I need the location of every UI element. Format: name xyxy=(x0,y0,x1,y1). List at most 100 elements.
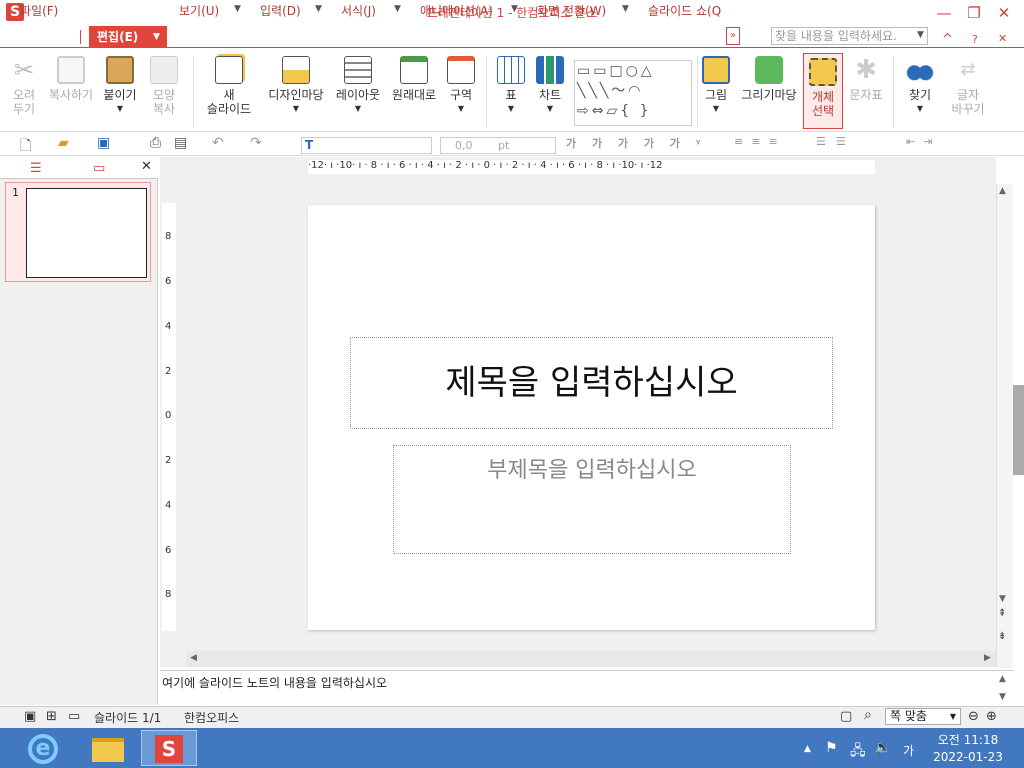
internet-explorer-icon[interactable]: e xyxy=(18,730,74,766)
file-explorer-icon[interactable] xyxy=(80,730,136,766)
scroll-left-icon[interactable]: ◀ xyxy=(190,653,197,663)
chart-button[interactable]: 차트 ▼ xyxy=(532,52,568,116)
drawing-madang-button[interactable]: 그리기마당 xyxy=(738,52,800,102)
ime-indicator[interactable]: 가 xyxy=(903,742,914,759)
char-table-button[interactable]: ✱ 문자표 xyxy=(846,52,886,102)
font-name-input[interactable]: T xyxy=(301,137,432,154)
fit-page-icon[interactable]: ▢ xyxy=(840,709,852,724)
slides-tab-icon[interactable]: ▭ xyxy=(93,161,105,176)
chevron-down-icon[interactable]: ▼ xyxy=(264,102,328,116)
cut-button[interactable]: ✂ 오려 두기 xyxy=(4,52,44,116)
open-folder-icon[interactable]: ▰ xyxy=(58,135,69,153)
save-icon[interactable]: ▣ xyxy=(97,135,110,153)
chevron-down-icon[interactable]: ▼ xyxy=(444,102,478,116)
notes-scroll-up-icon[interactable]: ▲ xyxy=(999,674,1006,684)
minimize-button[interactable]: — xyxy=(930,2,958,24)
clock[interactable]: 오전 11:18 2022-01-23 xyxy=(928,732,1008,766)
indent-buttons[interactable]: ⇤⇥ xyxy=(906,135,940,153)
close-doc-icon[interactable]: ✕ xyxy=(998,32,1007,45)
horizontal-scrollbar[interactable] xyxy=(186,651,996,667)
normal-view-icon[interactable]: ▣ xyxy=(24,709,36,724)
table-button[interactable]: 표 ▼ xyxy=(494,52,528,116)
menu-view[interactable]: 보기(U) xyxy=(175,2,223,22)
menu-edit[interactable]: 편집(E) ▼ xyxy=(89,26,167,48)
chevron-down-icon[interactable]: ▼ xyxy=(698,102,734,116)
menu-transition[interactable]: 화면 전환(W) xyxy=(533,2,610,22)
vruler-label: 4 xyxy=(165,321,172,332)
outline-tab-icon[interactable]: ☰ xyxy=(30,161,42,176)
chevron-down-icon[interactable]: ▼ xyxy=(332,102,384,116)
next-slide-icon[interactable]: ⇟ xyxy=(998,632,1006,642)
menu-animation[interactable]: 애니메이션(A) xyxy=(416,2,497,22)
menu-input[interactable]: 입력(D) xyxy=(256,2,305,22)
chevron-down-icon[interactable]: ▼ xyxy=(511,4,518,14)
shape-gallery[interactable]: ▭▭□○△ ╲╲╲〜◠ ⇨⇔▱{ } xyxy=(574,60,692,126)
maximize-button[interactable]: ❐ xyxy=(960,2,988,24)
chevron-down-icon[interactable]: ▼ xyxy=(622,4,629,14)
list-buttons[interactable]: ☰☰ xyxy=(816,135,856,153)
zoom-out-icon[interactable]: ⊖ xyxy=(968,709,979,724)
undo-icon[interactable]: ↶ xyxy=(212,135,224,153)
close-panel-icon[interactable]: ✕ xyxy=(141,159,152,174)
copy-button[interactable]: 복사하기 xyxy=(44,52,98,102)
flag-icon[interactable]: ⚑ xyxy=(825,740,838,756)
chevron-down-icon[interactable]: ▼ xyxy=(315,4,322,14)
chevron-down-icon[interactable]: ▼ xyxy=(900,102,940,116)
design-madang-button[interactable]: 디자인마당 ▼ xyxy=(264,52,328,116)
find-button[interactable]: 찾기 ▼ xyxy=(900,52,940,116)
zoom-in-icon[interactable]: ⊕ xyxy=(986,709,997,724)
close-button[interactable]: ✕ xyxy=(990,2,1018,24)
picture-button[interactable]: 그림 ▼ xyxy=(698,52,734,116)
network-icon[interactable]: 🖧 xyxy=(850,740,866,764)
chevron-down-icon[interactable]: ▼ xyxy=(950,709,956,724)
menu-slideshow[interactable]: 슬라이드 쇼(Q xyxy=(644,2,725,22)
align-buttons[interactable]: ≡≡≡ xyxy=(734,135,786,153)
zoom-magnifier-icon[interactable]: ⌕ xyxy=(864,707,872,723)
hancom-show-taskbar-icon[interactable]: S xyxy=(141,730,197,766)
chevron-down-icon[interactable]: ▼ xyxy=(494,102,528,116)
object-select-button[interactable]: 개체 선택 xyxy=(803,53,843,129)
chevron-down-icon[interactable]: ▼ xyxy=(153,26,160,48)
zoom-select[interactable]: 쪽 맞춤 ▼ xyxy=(885,708,961,725)
chevron-down-icon[interactable]: ▼ xyxy=(532,102,568,116)
tray-expand-icon[interactable]: ▲ xyxy=(804,744,811,754)
text-style-buttons[interactable]: 가 가 가 가 가 ᵞ xyxy=(566,135,706,153)
menu-file[interactable]: 파일(F) xyxy=(16,2,62,22)
cut-label: 오려 두기 xyxy=(12,88,36,116)
more-menus-icon[interactable]: » xyxy=(726,27,740,45)
redo-icon[interactable]: ↷ xyxy=(250,135,262,153)
scroll-down-icon[interactable]: ▼ xyxy=(999,594,1006,604)
help-icon[interactable]: ? xyxy=(972,33,978,46)
slideshow-view-icon[interactable]: ▭ xyxy=(68,709,80,724)
print-icon[interactable]: ⎙ xyxy=(150,135,161,153)
new-doc-icon[interactable]: 🗋 xyxy=(20,135,31,154)
scroll-right-icon[interactable]: ▶ xyxy=(984,653,991,663)
volume-icon[interactable]: 🔈 xyxy=(874,740,891,756)
chevron-down-icon[interactable]: ▼ xyxy=(394,4,401,14)
new-slide-button[interactable]: 새 슬라이드 xyxy=(201,52,257,116)
layout-button[interactable]: 레이아웃 ▼ xyxy=(332,52,384,116)
chevron-down-icon[interactable]: ▼ xyxy=(917,30,924,40)
slide-count: 슬라이드 1/1 xyxy=(94,711,162,725)
replace-button[interactable]: ⇄ 글자 바꾸기 xyxy=(944,52,992,116)
scroll-up-icon[interactable]: ▲ xyxy=(999,186,1006,196)
font-size-input[interactable]: 0,0 pt xyxy=(440,137,556,154)
menu-format[interactable]: 서식(J) xyxy=(337,2,380,22)
chevron-down-icon[interactable]: ▼ xyxy=(100,102,140,116)
collapse-ribbon-icon[interactable]: ^ xyxy=(942,32,953,47)
paste-button[interactable]: 붙이기 ▼ xyxy=(100,52,140,116)
chevron-down-icon[interactable]: ▼ xyxy=(234,4,241,14)
prev-slide-icon[interactable]: ⇞ xyxy=(998,609,1006,619)
notes-input[interactable]: 여기에 슬라이드 노트의 내용을 입력하십시오 xyxy=(160,670,1014,706)
splitter-handle[interactable] xyxy=(1013,385,1024,475)
notes-scroll-down-icon[interactable]: ▼ xyxy=(999,692,1006,702)
reset-button[interactable]: 원래대로 xyxy=(388,52,440,102)
preview-icon[interactable]: ▤ xyxy=(174,135,187,153)
brush-icon xyxy=(150,56,178,84)
search-input[interactable]: 찾을 내용을 입력하세요. xyxy=(771,27,928,45)
format-copy-button[interactable]: 모양 복사 xyxy=(144,52,184,116)
subtitle-placeholder[interactable]: 부제목을 입력하십시오 xyxy=(393,445,791,554)
title-placeholder[interactable]: 제목을 입력하십시오 xyxy=(350,337,833,429)
section-button[interactable]: 구역 ▼ xyxy=(444,52,478,116)
sorter-view-icon[interactable]: ⊞ xyxy=(46,709,57,724)
